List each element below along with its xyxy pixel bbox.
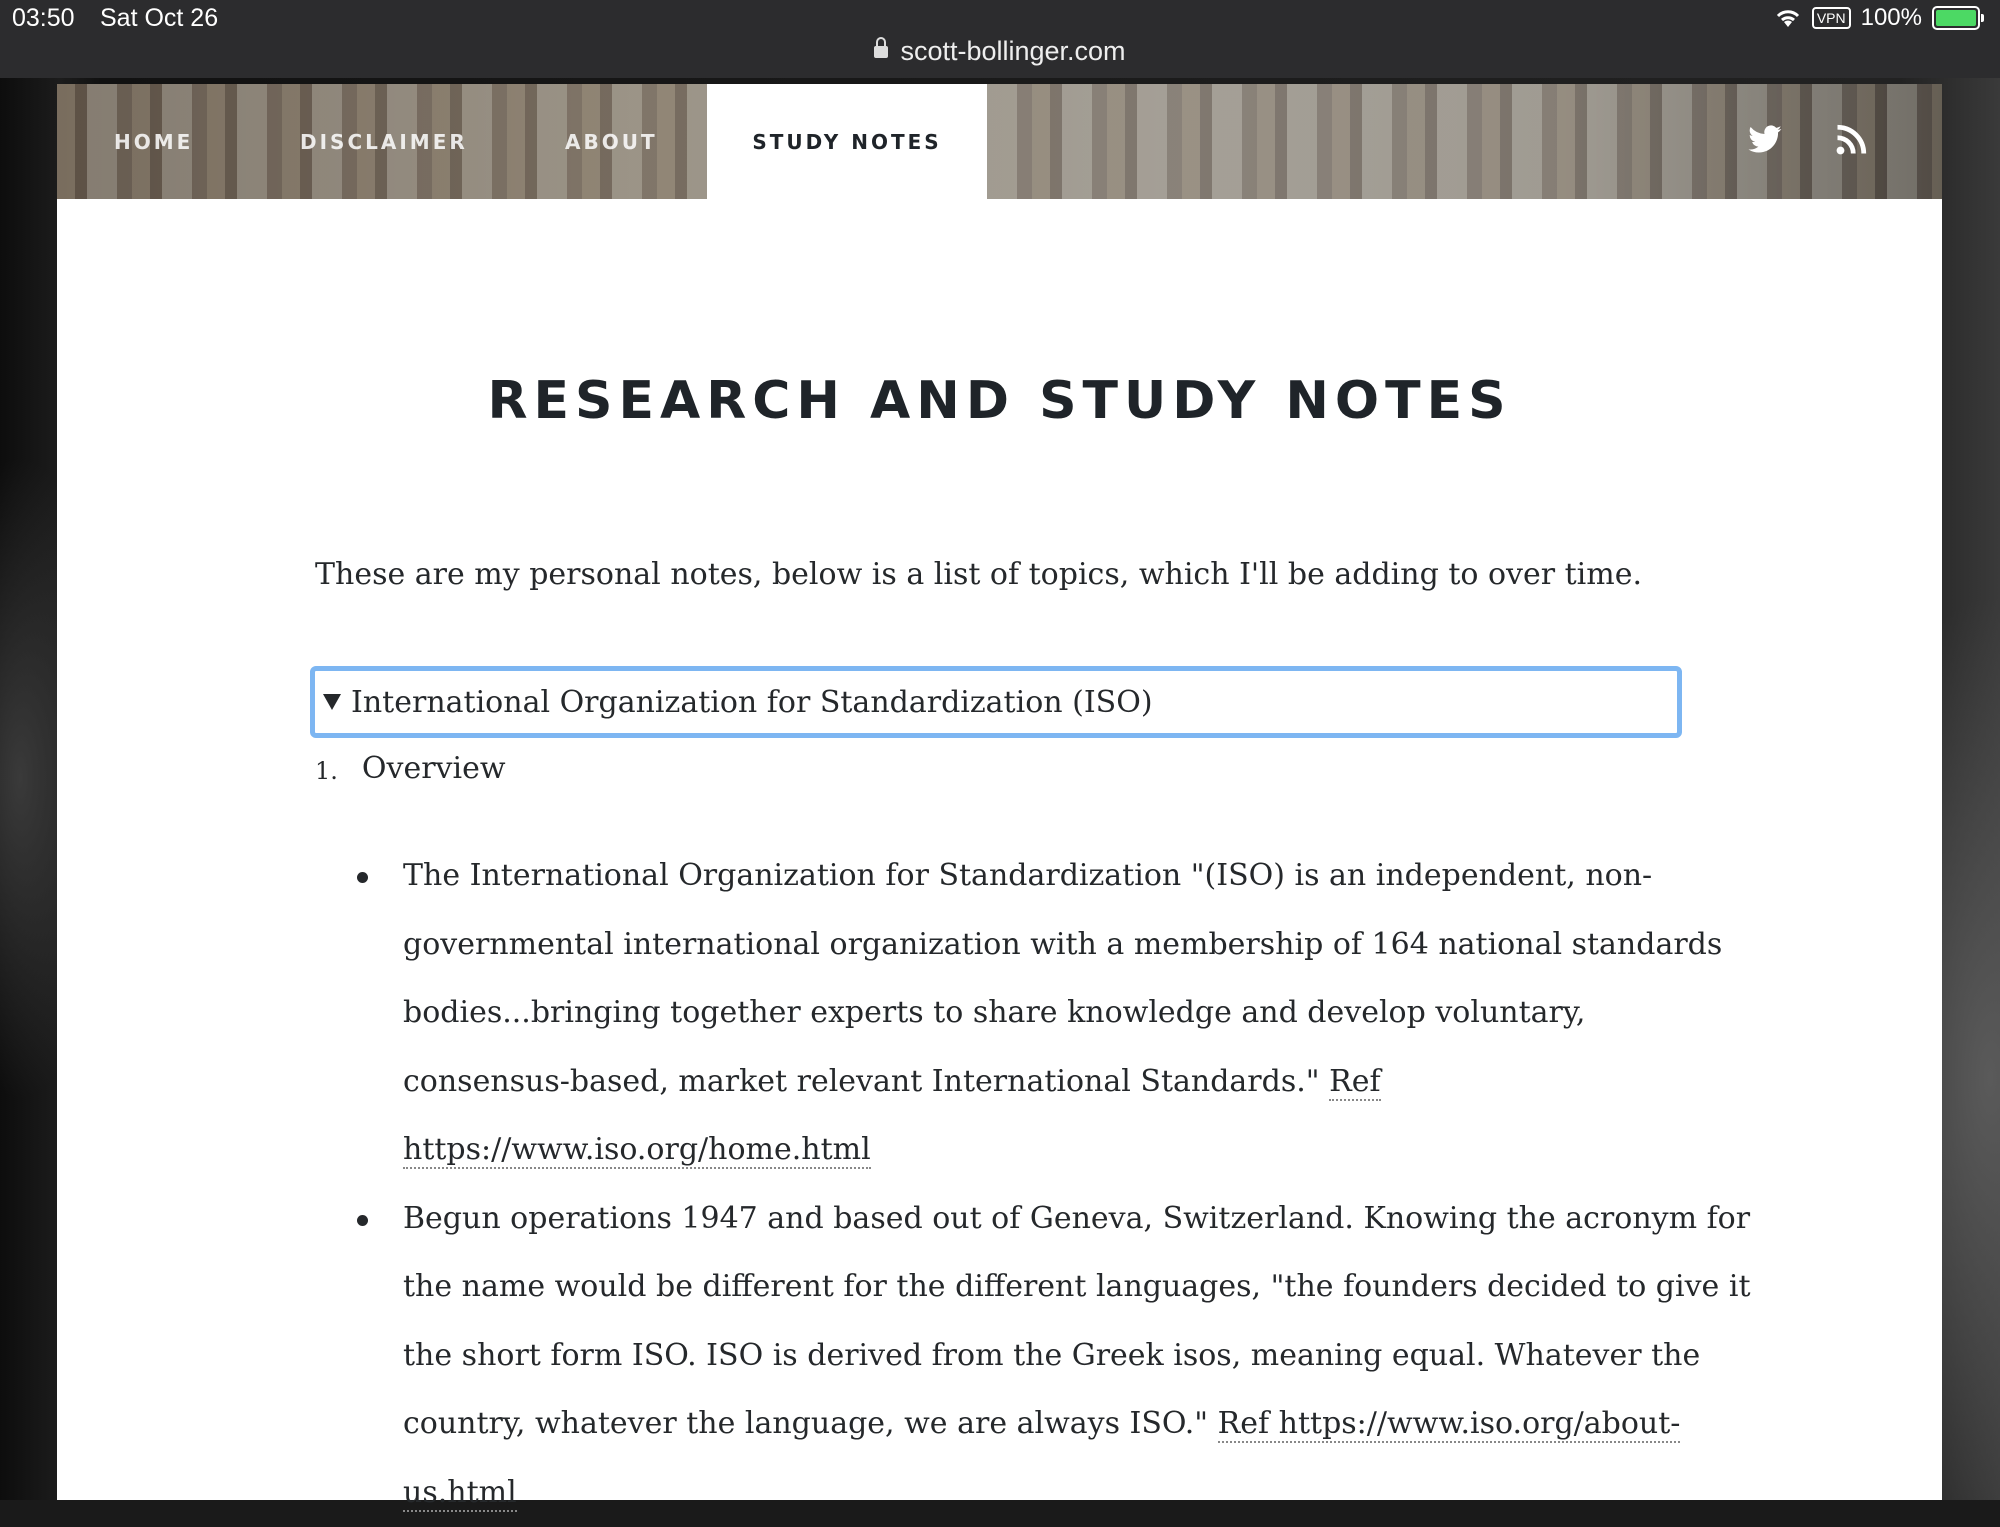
status-time: 03:50 (12, 4, 75, 33)
site-nav: HOME DISCLAIMER ABOUT STUDY NOTES (57, 84, 1942, 199)
battery-percent: 100% (1861, 4, 1922, 32)
bullet-text: The International Organization for Stand… (403, 858, 1722, 1099)
url-text: scott-bollinger.com (900, 36, 1125, 66)
details-summary-label: International Organization for Standardi… (351, 685, 1153, 720)
address-bar[interactable]: scott-bollinger.com (0, 36, 2000, 67)
bullet-list: The International Organization for Stand… (357, 842, 1757, 1527)
nav-about[interactable]: ABOUT (565, 130, 658, 154)
rss-icon[interactable] (1833, 122, 1869, 158)
list-item: Begun operations 1947 and based out of G… (357, 1185, 1757, 1527)
details-summary[interactable]: International Organization for Standardi… (310, 666, 1682, 738)
nav-study-notes[interactable]: STUDY NOTES (707, 84, 987, 199)
vpn-badge: VPN (1812, 7, 1851, 29)
twitter-icon[interactable] (1747, 122, 1783, 158)
list-item: The International Organization for Stand… (357, 842, 1757, 1185)
battery-icon (1932, 6, 1980, 30)
disclosure-triangle-icon (323, 694, 341, 710)
ordered-list-item: 1. Overview (315, 751, 506, 786)
nav-home[interactable]: HOME (114, 130, 193, 154)
intro-text: These are my personal notes, below is a … (315, 557, 1642, 592)
lock-icon (874, 46, 888, 58)
page-title: RESEARCH AND STUDY NOTES (57, 371, 1942, 431)
status-date: Sat Oct 26 (100, 4, 218, 33)
status-bar: 03:50 Sat Oct 26 scott-bollinger.com VPN… (0, 0, 2000, 78)
status-indicators: VPN 100% (1774, 4, 1980, 32)
list-number: 1. (315, 757, 338, 792)
nav-disclaimer[interactable]: DISCLAIMER (300, 130, 468, 154)
list-item-label: Overview (362, 751, 506, 786)
article-content: RESEARCH AND STUDY NOTES These are my pe… (57, 199, 1942, 1500)
bullet-text: Begun operations 1947 and based out of G… (403, 1201, 1751, 1442)
wifi-icon (1774, 7, 1802, 29)
